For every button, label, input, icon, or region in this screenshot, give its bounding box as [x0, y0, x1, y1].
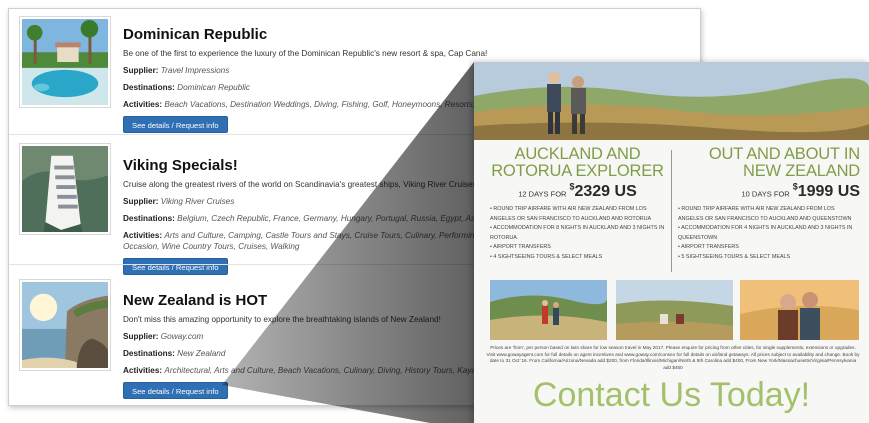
destinations-value: Belgium, Czech Republic, France, Germany… [177, 214, 482, 223]
activities-label: Activities: [123, 366, 163, 375]
listing-title[interactable]: Dominican Republic [123, 25, 696, 44]
couple-photo [740, 280, 859, 340]
listing-thumbnail-resort[interactable] [19, 16, 111, 108]
destinations-value: Dominican Republic [177, 83, 250, 92]
price-value: 2329 US [574, 183, 637, 201]
river-cruise-ship-image [22, 146, 108, 232]
destinations-label: Destinations: [123, 214, 175, 223]
package-out-and-about: OUT AND ABOUT IN NEW ZEALAND 10 DAYS FOR… [678, 146, 860, 262]
supplier-label: Supplier: [123, 332, 159, 341]
listing-description: Be one of the first to experience the lu… [123, 49, 488, 58]
supplier-label: Supplier: [123, 66, 159, 75]
see-details-button[interactable]: See details / Request info [123, 382, 228, 399]
listing-thumbnail-coast[interactable] [19, 279, 111, 371]
resort-pool-image [22, 19, 108, 105]
activities-label: Activities: [123, 100, 163, 109]
package-auckland-rotorua: AUCKLAND AND ROTORUA EXPLORER 12 DAYS FO… [490, 146, 665, 262]
supplier-value: Travel Impressions [160, 66, 230, 75]
supplier-value: Viking River Cruises [160, 197, 235, 206]
contact-us-heading: Contact Us Today! [532, 376, 811, 414]
package-price: 10 DAYS FOR$1999 US [678, 182, 861, 201]
activities-label: Activities: [123, 231, 163, 240]
package-name-line2: NEW ZEALAND [743, 162, 860, 180]
see-details-button[interactable]: See details / Request info [123, 116, 228, 133]
hikers-banner-image [474, 62, 869, 140]
brochure-photo-hikers [490, 280, 607, 340]
listing-thumbnail-ship[interactable] [19, 143, 111, 235]
feature-item: • AIRPORT TRANSFERS [678, 244, 739, 251]
supplier-label: Supplier: [123, 197, 159, 206]
package-divider [671, 150, 672, 272]
picnic-photo [616, 280, 733, 340]
package-features: • ROUND TRIP AIRFARE WITH AIR NEW ZEALAN… [490, 205, 665, 262]
feature-item: • 5 SIGHTSEEING TOURS & SELECT MEALS [678, 253, 791, 260]
hikers-photo [490, 280, 607, 340]
coastal-arch-image [22, 282, 108, 368]
new-zealand-brochure: AUCKLAND AND ROTORUA EXPLORER 12 DAYS FO… [474, 62, 869, 423]
feature-item: • ACCOMMODATION FOR 4 NIGHTS IN AUCKLAND… [678, 225, 853, 241]
package-name-line1: AUCKLAND AND [514, 145, 641, 163]
supplier-value: Goway.com [160, 332, 204, 341]
package-name-line2: ROTORUA EXPLORER [491, 162, 664, 180]
destinations-value: New Zealand [177, 349, 226, 358]
brochure-photo-picnic [616, 280, 733, 340]
package-price: 12 DAYS FOR$2329 US [490, 182, 665, 201]
feature-item: • 4 SIGHTSEEING TOURS & SELECT MEALS [490, 253, 603, 260]
package-days: 12 DAYS FOR [518, 189, 567, 199]
destinations-label: Destinations: [123, 349, 175, 358]
package-name-line1: OUT AND ABOUT IN [708, 145, 860, 163]
brochure-fine-print: Prices are 'from', per person based on t… [486, 345, 860, 370]
brochure-photo-couple [740, 280, 859, 340]
destinations-label: Destinations: [123, 83, 175, 92]
feature-item: • ROUND TRIP AIRFARE WITH AIR NEW ZEALAN… [490, 206, 652, 222]
feature-item: • ROUND TRIP AIRFARE WITH AIR NEW ZEALAN… [678, 206, 852, 222]
price-value: 1999 US [797, 183, 860, 201]
feature-item: • ACCOMMODATION FOR 8 NIGHTS IN AUCKLAND… [490, 225, 665, 241]
activities-value: Beach Vacations, Destination Weddings, D… [164, 100, 514, 109]
package-days: 10 DAYS FOR [741, 189, 790, 199]
package-features: • ROUND TRIP AIRFARE WITH AIR NEW ZEALAN… [678, 205, 860, 262]
feature-item: • AIRPORT TRANSFERS [490, 244, 551, 251]
